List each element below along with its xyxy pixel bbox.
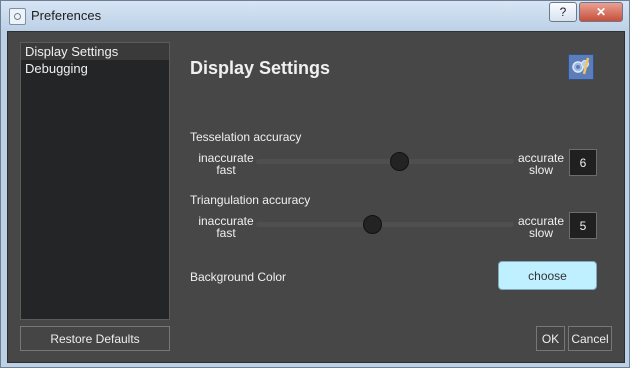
cancel-button[interactable]: Cancel [568, 326, 612, 351]
choose-background-color-button[interactable]: choose [498, 261, 597, 290]
tesselation-accuracy-slider[interactable] [256, 152, 514, 171]
help-button[interactable]: ? [549, 2, 577, 22]
tesselation-value-field[interactable]: 6 [569, 149, 597, 176]
preferences-app-icon [9, 8, 26, 25]
restore-defaults-button[interactable]: Restore Defaults [20, 326, 170, 351]
triangulation-accurate-label: accurate slow [517, 215, 565, 239]
sidebar-item-debugging[interactable]: Debugging [21, 60, 169, 77]
ok-button[interactable]: OK [536, 326, 565, 351]
title-bar: Preferences ? ✕ [1, 1, 629, 31]
settings-gears-icon [568, 54, 594, 80]
triangulation-accuracy-slider[interactable] [256, 215, 514, 234]
sidebar-item-display-settings[interactable]: Display Settings [21, 43, 169, 60]
tesselation-slider-thumb[interactable] [390, 152, 409, 171]
tesselation-accuracy-label: Tesselation accuracy [190, 130, 302, 144]
tesselation-fast-text: fast [216, 163, 236, 177]
triangulation-fast-text: fast [216, 226, 236, 240]
triangulation-inaccurate-label: inaccurate fast [197, 215, 255, 239]
tesselation-inaccurate-label: inaccurate fast [197, 152, 255, 176]
tesselation-slow-text: slow [528, 163, 553, 177]
window-title: Preferences [31, 8, 102, 23]
triangulation-slider-thumb[interactable] [363, 215, 382, 234]
close-button[interactable]: ✕ [579, 2, 623, 22]
preferences-window: Preferences ? ✕ Display Settings Debuggi… [0, 0, 630, 368]
page-title: Display Settings [190, 58, 331, 78]
triangulation-accuracy-label: Triangulation accuracy [190, 193, 311, 207]
tesselation-accurate-label: accurate slow [517, 152, 565, 176]
triangulation-value-field[interactable]: 5 [569, 212, 597, 239]
preferences-sidebar: Display Settings Debugging [20, 42, 170, 320]
triangulation-slow-text: slow [528, 226, 553, 240]
background-color-label: Background Color [190, 270, 287, 284]
preferences-content: Display Settings Debugging Restore Defau… [7, 31, 625, 363]
